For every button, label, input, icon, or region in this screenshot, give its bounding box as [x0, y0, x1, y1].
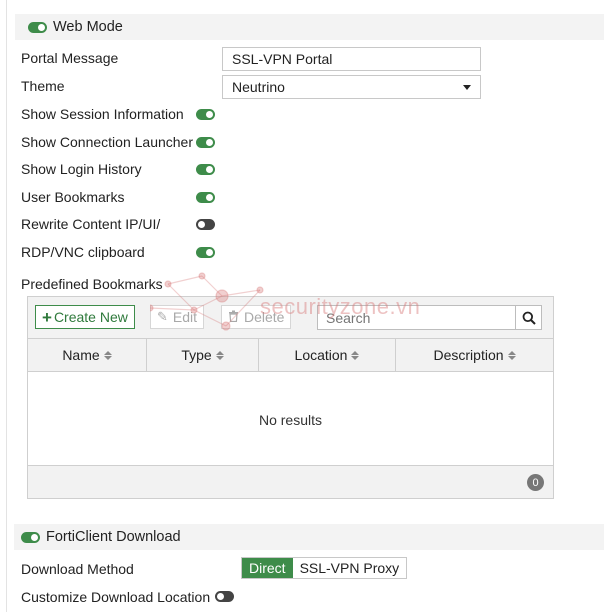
show-login-history-toggle[interactable] — [196, 164, 215, 175]
forticlient-download-title: FortiClient Download — [46, 529, 181, 545]
show-session-information-label: Show Session Information — [21, 106, 184, 122]
web-mode-header: Web Mode — [15, 14, 604, 40]
delete-label: Delete — [244, 309, 285, 325]
table-body: No results — [28, 373, 553, 466]
toggle-knob — [206, 111, 213, 118]
forticlient-download-header: FortiClient Download — [14, 524, 604, 550]
empty-message: No results — [258, 411, 323, 428]
customize-download-location-label: Customize Download Location — [21, 589, 211, 605]
predefined-bookmarks-label: Predefined Bookmarks — [21, 276, 163, 292]
column-name-label: Name — [62, 347, 100, 363]
search-button[interactable] — [515, 306, 541, 329]
sort-icon — [103, 350, 112, 360]
bookmarks-table: + Create New ✎ Edit Delete Name Type — [27, 296, 554, 499]
row-count-badge: 0 — [527, 474, 544, 491]
download-method-ssl-vpn-proxy[interactable]: SSL-VPN Proxy — [292, 558, 407, 578]
create-new-button[interactable]: + Create New — [35, 305, 135, 329]
column-header-name[interactable]: Name — [28, 339, 147, 371]
show-session-information-toggle[interactable] — [196, 109, 215, 120]
web-mode-toggle[interactable] — [28, 21, 47, 33]
download-method-selector: Direct SSL-VPN Proxy — [241, 557, 408, 579]
column-header-location[interactable]: Location — [259, 339, 396, 371]
search-icon — [522, 311, 536, 325]
user-bookmarks-label: User Bookmarks — [21, 189, 125, 205]
column-location-label: Location — [294, 347, 348, 363]
create-new-label: Create New — [53, 309, 128, 325]
table-header: Name Type Location Description — [28, 339, 553, 372]
column-description-label: Description — [433, 347, 504, 363]
sort-icon — [215, 350, 224, 360]
forticlient-download-toggle[interactable] — [21, 531, 40, 543]
toggle-knob — [206, 249, 213, 256]
theme-select[interactable]: Neutrino — [222, 75, 481, 99]
column-type-label: Type — [181, 347, 212, 363]
toggle-knob — [38, 23, 45, 31]
toggle-knob — [31, 533, 38, 541]
portal-message-label: Portal Message — [21, 50, 119, 66]
bookmarks-toolbar: + Create New ✎ Edit Delete — [28, 297, 553, 339]
toggle-knob — [206, 166, 213, 173]
theme-selected-value: Neutrino — [232, 79, 285, 95]
toggle-knob — [206, 139, 213, 146]
column-header-description[interactable]: Description — [396, 339, 553, 371]
user-bookmarks-toggle[interactable] — [196, 192, 215, 203]
rewrite-content-toggle[interactable] — [196, 219, 215, 230]
theme-label: Theme — [21, 78, 65, 94]
pencil-icon: ✎ — [157, 309, 168, 324]
sort-icon — [507, 350, 516, 360]
show-connection-launcher-label: Show Connection Launcher — [21, 134, 194, 150]
download-method-label: Download Method — [21, 561, 134, 577]
rdp-vnc-clipboard-toggle[interactable] — [196, 247, 215, 258]
portal-message-input[interactable] — [222, 47, 481, 71]
sort-icon — [351, 350, 360, 360]
download-method-direct[interactable]: Direct — [242, 558, 293, 578]
rewrite-content-label: Rewrite Content IP/UI/ — [21, 216, 161, 232]
rdp-vnc-clipboard-label: RDP/VNC clipboard — [21, 244, 145, 260]
search-box — [317, 305, 542, 330]
toggle-knob — [206, 194, 213, 201]
show-login-history-label: Show Login History — [21, 161, 142, 177]
trash-icon — [228, 310, 239, 325]
plus-icon: + — [42, 307, 52, 327]
web-mode-title: Web Mode — [53, 19, 123, 35]
table-footer: 0 — [28, 465, 553, 498]
delete-button[interactable]: Delete — [221, 305, 292, 329]
edit-button[interactable]: ✎ Edit — [150, 305, 205, 329]
caret-down-icon — [463, 84, 471, 90]
show-connection-launcher-toggle[interactable] — [196, 137, 215, 148]
toggle-knob — [217, 593, 224, 600]
search-input[interactable] — [318, 306, 515, 329]
customize-download-location-toggle[interactable] — [215, 591, 234, 602]
column-header-type[interactable]: Type — [147, 339, 259, 371]
toggle-knob — [198, 221, 205, 228]
edit-label: Edit — [172, 309, 198, 325]
